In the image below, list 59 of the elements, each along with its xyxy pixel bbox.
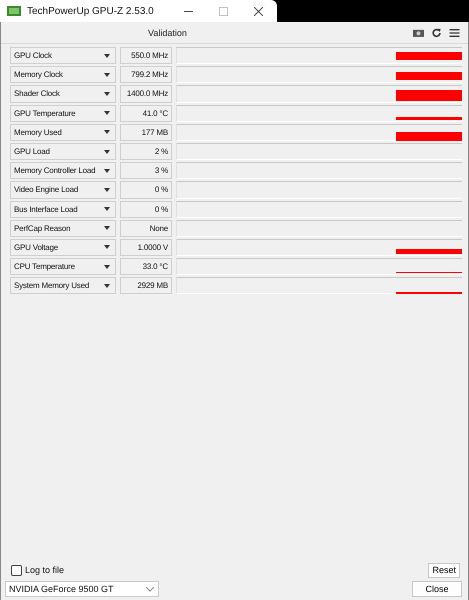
tab[interactable]: Validation [146,28,189,38]
sensor-dropdown[interactable]: Bus Interface Load [10,200,116,218]
log-label: Log to file [25,565,64,575]
dropdown-arrow-icon [104,207,110,212]
chevron-icon [146,586,154,592]
window-title: TechPowerUp GPU-Z 2.53.0 [27,6,155,16]
app-icon [7,6,21,16]
dropdown-arrow-icon [104,150,110,154]
sensor-dropdown[interactable]: Memory Used [10,124,116,141]
graph-trace [396,132,462,141]
sensor-value: 1.0000 V [120,238,172,256]
sensor-dropdown[interactable]: GPU Temperature [10,104,116,122]
sensor-dropdown[interactable]: CPU Temperature [10,258,116,276]
dropdown-arrow-icon [104,284,110,288]
sensor-value: 799.2 MHz [120,66,172,84]
dropdown-arrow-icon [104,168,110,173]
sensor-dropdown[interactable]: Memory Controller Load [10,162,116,180]
sensor-dropdown[interactable]: GPU Clock [10,47,116,64]
device-dropdown[interactable]: NVIDIA GeForce 9500 GT [5,581,159,597]
dropdown-arrow-icon [104,111,110,116]
sensor-value: 2 % [120,142,172,160]
close-icon[interactable] [254,6,263,16]
sensor-value: 3 % [120,162,172,180]
sensor-value: 0 % [120,200,172,218]
sensor-value: None [120,220,172,237]
sensor-value: 1400.0 MHz [120,85,172,103]
sensor-dropdown[interactable]: Shader Clock [10,85,116,103]
sensor-dropdown[interactable]: GPU Voltage [10,238,116,256]
close-button[interactable]: Close [412,581,462,597]
refresh-icon[interactable] [431,28,442,38]
graph-trace [396,52,462,60]
dropdown-arrow-icon [104,92,110,96]
dropdown-arrow-icon [104,54,110,58]
dropdown-arrow-icon [104,72,110,77]
graph-trace [396,292,462,294]
sensor-dropdown[interactable]: PerfCap Reason [10,220,116,237]
sensor-value: 33.0 °C [120,258,172,276]
graph-trace [396,248,462,254]
reset-button[interactable]: Reset [428,562,460,578]
sensor-value: 550.0 MHz [120,47,172,64]
camera-icon[interactable] [413,28,424,38]
graph-trace [396,90,462,102]
sensor-dropdown[interactable]: GPU Load [10,142,116,160]
dropdown-arrow-icon [104,130,110,134]
menu-icon[interactable] [449,28,460,38]
dropdown-arrow-icon [104,264,110,269]
sensor-dropdown[interactable]: System Memory Used [10,277,116,294]
dropdown-arrow-icon [104,245,110,250]
sensor-dropdown[interactable]: Video Engine Load [10,181,116,198]
sensor-value: 0 % [120,181,172,198]
sensor-value: 2929 MB [120,277,172,294]
sensor-value: 41.0 °C [120,104,172,122]
sensor-dropdown[interactable]: Memory Clock [10,66,116,84]
graph-trace [396,116,462,120]
graph-trace [396,72,462,80]
dropdown-arrow-icon [104,188,110,192]
sensor-value: 177 MB [120,124,172,141]
dropdown-arrow-icon [104,226,110,230]
log-checkbox[interactable] [11,564,22,576]
